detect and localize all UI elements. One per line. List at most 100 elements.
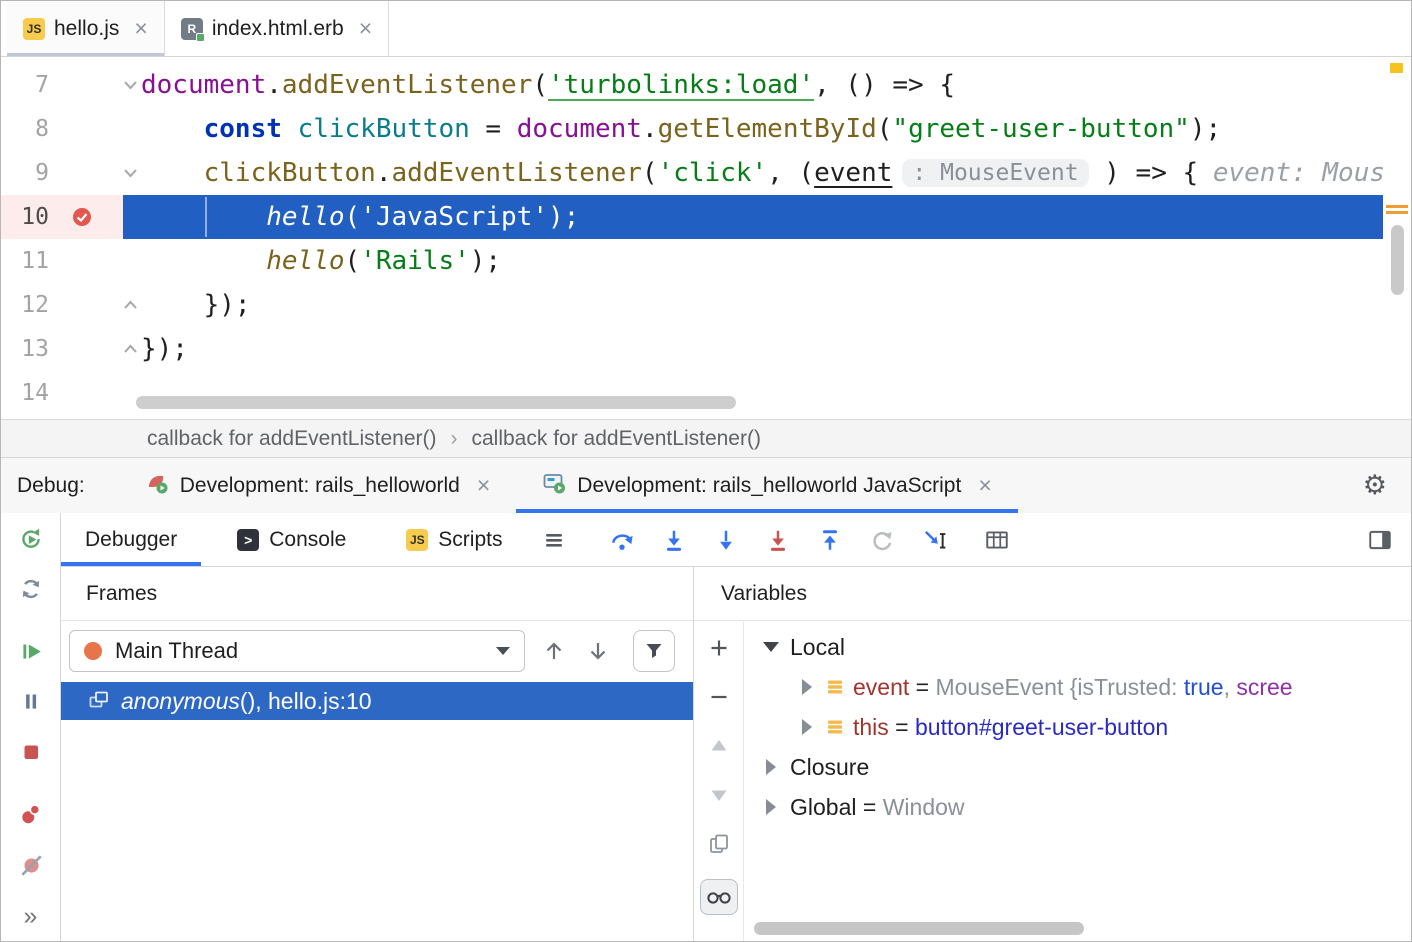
frames-panel-body: Main Thread anonymous(), hello.js:10: [61, 621, 693, 941]
expand-arrow[interactable]: [758, 799, 784, 815]
variable-group-closure[interactable]: Closure: [744, 747, 1411, 787]
editor-tab-bar: JS hello.js × R index.html.erb ×: [1, 1, 1411, 57]
tab-console[interactable]: > Console: [213, 513, 370, 566]
more-chevrons-icon[interactable]: »: [24, 902, 38, 941]
debug-tab-rails[interactable]: Development: rails_helloworld ×: [119, 458, 517, 513]
variable-group-global[interactable]: Global = Window: [744, 787, 1411, 827]
stop-icon[interactable]: [18, 739, 44, 765]
code-text[interactable]: });: [123, 327, 1411, 371]
step-buttons: [596, 513, 1023, 566]
close-icon[interactable]: ×: [134, 17, 147, 40]
variables-panel-header: Variables: [694, 567, 1411, 621]
expand-arrow[interactable]: [794, 719, 820, 735]
breakpoint-icon[interactable]: [71, 206, 93, 228]
variables-horizontal-scrollbar[interactable]: [754, 922, 1084, 935]
scrollbar-marker-area[interactable]: [1383, 57, 1411, 419]
breadcrumb-item[interactable]: callback for addEventListener(): [471, 427, 760, 451]
close-icon[interactable]: ×: [359, 17, 372, 40]
close-icon[interactable]: ×: [978, 474, 991, 497]
show-watches-button[interactable]: [700, 879, 738, 915]
glasses-icon: [705, 889, 733, 905]
frames-panel: Frames Main Thread: [61, 567, 694, 941]
group-label: Closure: [790, 754, 869, 781]
code-text[interactable]: hello('Rails');: [123, 239, 1411, 283]
code-text[interactable]: hello('JavaScript');: [123, 195, 1411, 239]
line-number: 7: [1, 72, 49, 98]
rerun-icon[interactable]: [18, 525, 44, 551]
editor-gutter[interactable]: 9: [1, 151, 123, 195]
fold-down-icon[interactable]: [123, 168, 138, 178]
variable-row-this[interactable]: this = button#greet-user-button: [744, 707, 1411, 747]
thread-toolbar: Main Thread: [69, 630, 685, 672]
view-breakpoints-icon[interactable]: [18, 801, 44, 827]
debug-label: Debug:: [17, 458, 85, 513]
code-text[interactable]: });: [123, 283, 1411, 327]
add-watch-icon[interactable]: [708, 634, 730, 662]
settings-gear-icon[interactable]: ⚙: [1363, 458, 1387, 513]
variables-panel: Variables: [694, 567, 1411, 941]
run-to-cursor-icon[interactable]: [919, 527, 949, 553]
hide-frames-filter-button[interactable]: [633, 630, 675, 672]
variable-group-local[interactable]: Local: [744, 627, 1411, 667]
expand-arrow[interactable]: [758, 642, 784, 652]
code-text[interactable]: const clickButton = document.getElementB…: [123, 107, 1411, 151]
pause-icon[interactable]: [18, 688, 44, 714]
vertical-scrollbar[interactable]: [1391, 225, 1404, 295]
fold-end-icon[interactable]: [123, 344, 138, 354]
tab-debugger[interactable]: Debugger: [61, 513, 201, 566]
editor-gutter[interactable]: 10: [1, 195, 123, 239]
step-over-icon[interactable]: [607, 527, 637, 553]
drop-frame-icon[interactable]: [867, 527, 897, 553]
editor-gutter[interactable]: 11: [1, 239, 123, 283]
debug-tab-javascript[interactable]: Development: rails_helloworld JavaScript…: [516, 458, 1017, 513]
frame-icon: [89, 688, 109, 715]
expand-arrow[interactable]: [794, 679, 820, 695]
step-out-icon[interactable]: [815, 527, 845, 553]
editor-gutter[interactable]: 8: [1, 107, 123, 151]
move-up-icon[interactable]: [708, 732, 730, 760]
group-label: Global: [790, 794, 856, 821]
editor-gutter[interactable]: 14: [1, 371, 123, 415]
previous-frame-button[interactable]: [539, 639, 569, 663]
editor-gutter[interactable]: 12: [1, 283, 123, 327]
table-icon[interactable]: [982, 527, 1012, 553]
value-icon: [826, 678, 844, 696]
resume-icon[interactable]: [18, 638, 44, 664]
line-number: 12: [1, 292, 49, 318]
line-number: 11: [1, 248, 49, 274]
force-step-into-icon[interactable]: [711, 527, 741, 553]
indent-guide: [205, 197, 207, 237]
copy-icon[interactable]: [708, 830, 730, 858]
fold-end-icon[interactable]: [123, 300, 138, 310]
chevron-right-icon: [802, 719, 812, 735]
close-icon[interactable]: ×: [477, 474, 490, 497]
layout-settings-icon[interactable]: [1367, 513, 1393, 566]
sync-icon[interactable]: [18, 575, 44, 601]
code-line-12: 12 });: [1, 283, 1411, 327]
expand-arrow[interactable]: [758, 759, 784, 775]
thread-selector[interactable]: Main Thread: [69, 630, 525, 672]
step-out-of-block-icon[interactable]: [763, 527, 793, 553]
frames-panel-header: Frames: [61, 567, 693, 621]
code-line-7: 7 document.addEventListener('turbolinks:…: [1, 63, 1411, 107]
editor-gutter[interactable]: 7: [1, 63, 123, 107]
breadcrumb-item[interactable]: callback for addEventListener(): [147, 427, 436, 451]
tab-index-html-erb[interactable]: R index.html.erb ×: [165, 1, 389, 56]
editor-gutter[interactable]: 13: [1, 327, 123, 371]
move-down-icon[interactable]: [708, 781, 730, 809]
code-text[interactable]: clickButton.addEventListener('click', (e…: [123, 151, 1411, 195]
variable-row-event[interactable]: event = MouseEvent {isTrusted: true, scr…: [744, 667, 1411, 707]
fold-down-icon[interactable]: [123, 80, 138, 90]
next-frame-button[interactable]: [583, 639, 613, 663]
horizontal-scrollbar[interactable]: [136, 396, 736, 409]
chevron-down-icon: [763, 642, 779, 652]
step-into-icon[interactable]: [659, 527, 689, 553]
code-text[interactable]: document.addEventListener('turbolinks:lo…: [123, 63, 1411, 107]
tab-hello-js[interactable]: JS hello.js ×: [7, 1, 165, 56]
tab-scripts[interactable]: JS Scripts: [382, 513, 526, 566]
hamburger-icon[interactable]: [542, 513, 566, 566]
remove-watch-icon[interactable]: [708, 683, 730, 711]
stack-frame-item[interactable]: anonymous(), hello.js:10: [61, 682, 693, 720]
code-editor[interactable]: 7 document.addEventListener('turbolinks:…: [1, 57, 1411, 419]
mute-breakpoints-icon[interactable]: [18, 852, 44, 878]
